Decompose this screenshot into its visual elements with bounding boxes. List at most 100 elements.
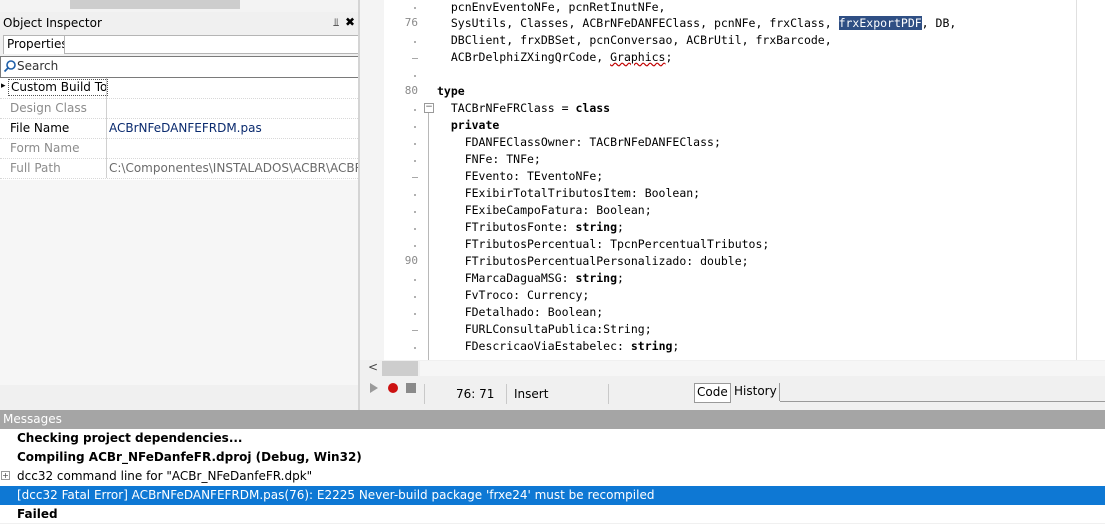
inspector-tabs: Properties bbox=[0, 34, 360, 54]
status-divider bbox=[608, 384, 609, 404]
gutter-dot bbox=[414, 75, 416, 77]
line-number: 76 bbox=[404, 16, 418, 29]
gutter-tick bbox=[412, 58, 418, 59]
line-number: 80 bbox=[404, 84, 418, 97]
property-value[interactable]: ACBrNFeDANFEFRDM.pas bbox=[109, 121, 358, 135]
property-name: Full Path bbox=[10, 161, 61, 175]
code-line: FDANFEClassOwner: TACBrNFeDANFEClass; bbox=[437, 135, 721, 149]
panel-title: Object Inspector bbox=[3, 16, 102, 30]
code-line: FDescricaoViaEstabelec: string; bbox=[437, 339, 680, 353]
property-row-design-class[interactable]: Design Class bbox=[0, 98, 358, 119]
property-name: Design Class bbox=[10, 101, 87, 115]
code-line: type bbox=[437, 84, 465, 98]
gutter-dot bbox=[414, 313, 416, 315]
gutter-tick bbox=[412, 330, 418, 331]
tab-baseline bbox=[780, 401, 1105, 402]
code-line: FTributosFonte: string; bbox=[437, 220, 624, 234]
code-line: FTributosPercentual: TpcnPercentualTribu… bbox=[437, 237, 770, 251]
scrollbar-thumb[interactable] bbox=[70, 0, 240, 9]
property-name: Custom Build Too bbox=[8, 79, 108, 96]
gutter-dot bbox=[414, 296, 416, 298]
message-item[interactable]: Failed bbox=[0, 505, 1105, 524]
status-divider bbox=[424, 384, 425, 404]
messages-title: Messages bbox=[3, 412, 62, 426]
message-item[interactable]: Compiling ACBr_NFeDanfeFR.dproj (Debug, … bbox=[0, 448, 1105, 467]
line-number: 90 bbox=[404, 254, 418, 267]
column-divider bbox=[106, 138, 107, 158]
code-line: ACBrDelphiZXingQrCode, Graphics; bbox=[437, 50, 673, 64]
stop-macro-icon[interactable] bbox=[406, 383, 416, 393]
fold-line bbox=[428, 113, 429, 360]
object-inspector-titlebar: Object Inspector ⫫ ✖ bbox=[0, 14, 360, 34]
tab-code[interactable]: Code bbox=[694, 383, 731, 403]
code-line: pcnEnvEventoNFe, pcnRetInutNFe, bbox=[437, 0, 666, 14]
gutter-dot bbox=[414, 194, 416, 196]
record-macro-icon[interactable] bbox=[388, 383, 398, 393]
gutter-dot bbox=[414, 126, 416, 128]
code-line: FNFe: TNFe; bbox=[437, 152, 541, 166]
code-line: private bbox=[450, 118, 500, 132]
property-row-form-name[interactable]: Form Name bbox=[0, 138, 358, 159]
property-value[interactable]: C:\Componentes\INSTALADOS\ACBR\ACBR\Fo bbox=[109, 161, 358, 175]
gutter-tick bbox=[412, 177, 418, 178]
message-item-error[interactable]: [dcc32 Fatal Error] ACBrNFeDANFEFRDM.pas… bbox=[0, 486, 1105, 505]
code-line: FDetalhado: Boolean; bbox=[437, 305, 604, 319]
expand-icon[interactable]: ▸ bbox=[1, 81, 6, 91]
top-scrollbar[interactable] bbox=[0, 0, 360, 12]
gutter-dot bbox=[414, 160, 416, 162]
search-icon bbox=[3, 60, 16, 73]
selected-text: frxExportPDF bbox=[838, 16, 922, 30]
right-margin-line bbox=[1076, 0, 1077, 360]
code-line: FMarcaDaguaMSG: string; bbox=[437, 271, 624, 285]
property-grid: ▸ Custom Build Too Design Class File Nam… bbox=[0, 78, 358, 180]
code-line: FEvento: TEventoNFe; bbox=[437, 169, 604, 183]
gutter-dot bbox=[414, 228, 416, 230]
message-item[interactable]: Checking project dependencies... bbox=[0, 429, 1105, 448]
tab-properties[interactable]: Properties bbox=[3, 35, 72, 54]
editor-horizontal-scrollbar[interactable]: < bbox=[360, 360, 1105, 377]
error-underline: Graphics bbox=[610, 50, 666, 64]
tab-strip-filler bbox=[64, 35, 360, 54]
close-icon[interactable]: ✖ bbox=[345, 15, 355, 29]
code-line: FExibeCampoFatura: Boolean; bbox=[437, 203, 652, 217]
gutter-dot bbox=[414, 245, 416, 247]
code-line: TACBrNFeFRClass = class bbox=[437, 101, 611, 115]
code-line: FExibirTotalTributosItem: Boolean; bbox=[437, 186, 701, 200]
search-input[interactable]: Search bbox=[0, 56, 359, 78]
tab-history[interactable]: History bbox=[732, 383, 780, 401]
property-row-full-path[interactable]: Full Path C:\Componentes\INSTALADOS\ACBR… bbox=[0, 158, 358, 179]
scroll-left-icon[interactable]: < bbox=[368, 360, 378, 374]
code-line: FURLConsultaPublica:String; bbox=[437, 322, 652, 336]
gutter-dot bbox=[414, 41, 416, 43]
column-divider bbox=[106, 118, 107, 138]
code-line: SysUtils, Classes, ACBrNFeDANFEClass, pc… bbox=[437, 16, 957, 30]
scrollbar-thumb[interactable] bbox=[382, 361, 418, 376]
messages-list: Checking project dependencies... Compili… bbox=[0, 429, 1105, 523]
column-divider bbox=[106, 158, 107, 178]
column-divider bbox=[106, 78, 107, 98]
fold-toggle-icon[interactable]: − bbox=[424, 103, 434, 113]
search-placeholder: Search bbox=[17, 59, 59, 73]
gutter-dot bbox=[414, 347, 416, 349]
message-item[interactable]: + dcc32 command line for "ACBr_NFeDanfeF… bbox=[0, 467, 1105, 486]
gutter-dot bbox=[414, 143, 416, 145]
editor-status-bar: 76: 71 Insert Code History bbox=[360, 378, 1105, 410]
column-divider bbox=[106, 98, 107, 118]
status-divider bbox=[506, 384, 507, 404]
property-row-custom-build[interactable]: ▸ Custom Build Too bbox=[0, 78, 358, 99]
property-row-file-name[interactable]: File Name ACBrNFeDANFEFRDM.pas bbox=[0, 118, 358, 139]
gutter-dot bbox=[414, 211, 416, 213]
insert-mode-indicator: Insert bbox=[514, 387, 549, 401]
play-macro-icon[interactable] bbox=[370, 383, 378, 393]
pin-icon[interactable]: ⫫ bbox=[333, 16, 339, 30]
inspector-empty-area bbox=[0, 180, 358, 385]
messages-titlebar: Messages bbox=[0, 410, 1105, 429]
gutter-dot bbox=[414, 109, 416, 111]
scrollbar-track[interactable] bbox=[420, 361, 1105, 376]
property-name: Form Name bbox=[10, 141, 80, 155]
property-name: File Name bbox=[10, 121, 70, 135]
cursor-position: 76: 71 bbox=[456, 387, 495, 401]
editor-gutter bbox=[360, 0, 384, 360]
expand-icon[interactable]: + bbox=[1, 471, 10, 480]
code-line: FTributosPercentualPersonalizado: double… bbox=[437, 254, 749, 268]
